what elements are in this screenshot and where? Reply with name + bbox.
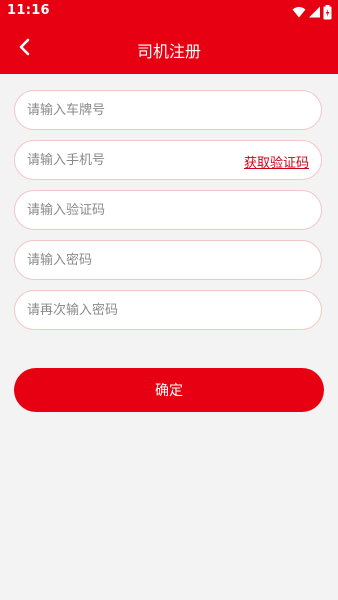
password-field xyxy=(14,240,322,280)
nav-bar: 司机注册 xyxy=(0,24,338,74)
signal-icon xyxy=(309,6,320,18)
password-input[interactable] xyxy=(15,241,321,279)
status-bar: 11:16 xyxy=(0,0,338,24)
status-time: 11:16 xyxy=(7,3,50,18)
plate-number-field xyxy=(14,90,322,130)
verification-code-input[interactable] xyxy=(15,191,321,229)
confirm-button[interactable]: 确定 xyxy=(14,368,324,412)
page-title: 司机注册 xyxy=(136,42,201,61)
password-confirm-field xyxy=(14,290,322,330)
get-code-link[interactable]: 获取验证码 xyxy=(244,152,309,171)
phone-field: 获取验证码 xyxy=(14,140,322,180)
verification-code-field xyxy=(14,190,322,230)
wifi-icon xyxy=(292,6,306,18)
battery-icon xyxy=(323,4,332,20)
app-header: 11:16 司机注册 xyxy=(0,0,338,74)
plate-number-input[interactable] xyxy=(15,91,321,129)
password-confirm-input[interactable] xyxy=(15,291,321,329)
status-icons xyxy=(292,4,332,20)
